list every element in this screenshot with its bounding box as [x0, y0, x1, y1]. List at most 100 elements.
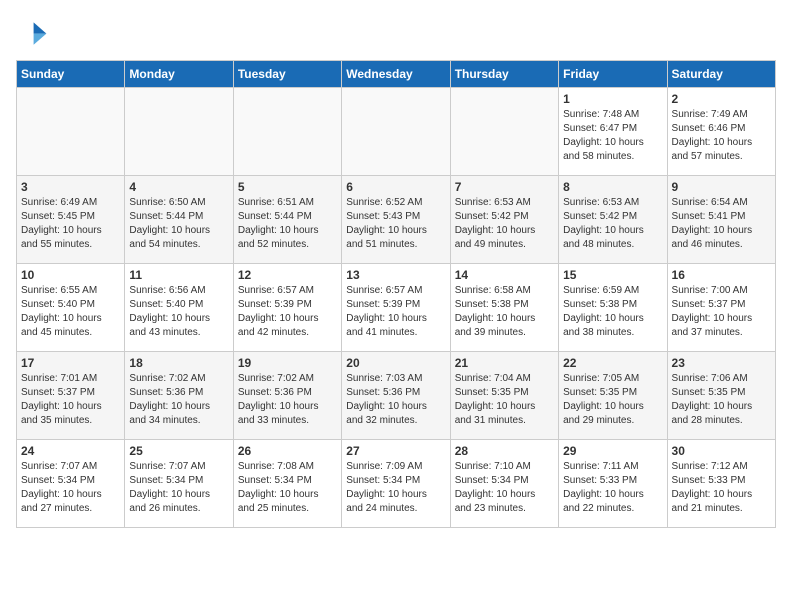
day-cell: 12 Sunrise: 6:57 AM Sunset: 5:39 PM Dayli…	[233, 264, 341, 352]
header-day-friday: Friday	[559, 61, 667, 88]
day-cell: 8 Sunrise: 6:53 AM Sunset: 5:42 PM Daylig…	[559, 176, 667, 264]
day-cell: 9 Sunrise: 6:54 AM Sunset: 5:41 PM Daylig…	[667, 176, 775, 264]
day-number: 15	[563, 268, 662, 282]
day-cell: 7 Sunrise: 6:53 AM Sunset: 5:42 PM Daylig…	[450, 176, 558, 264]
week-row-2: 3 Sunrise: 6:49 AM Sunset: 5:45 PM Daylig…	[17, 176, 776, 264]
day-number: 18	[129, 356, 228, 370]
day-number: 11	[129, 268, 228, 282]
day-cell: 1Sunrise: 7:48 AM Sunset: 6:47 PM Daylig…	[559, 88, 667, 176]
day-cell: 10Sunrise: 6:55 AM Sunset: 5:40 PM Dayli…	[17, 264, 125, 352]
day-info: Sunrise: 6:51 AM Sunset: 5:44 PM Dayligh…	[238, 196, 337, 252]
day-number: 9	[672, 180, 771, 194]
day-number: 12	[238, 268, 337, 282]
day-info: Sunrise: 6:57 AM Sunset: 5:39 PM Dayligh…	[346, 284, 445, 340]
week-row-1: 1Sunrise: 7:48 AM Sunset: 6:47 PM Daylig…	[17, 88, 776, 176]
day-number: 16	[672, 268, 771, 282]
day-number: 19	[238, 356, 337, 370]
day-cell: 18 Sunrise: 7:02 AM Sunset: 5:36 PM Dayli…	[125, 352, 233, 440]
day-cell: 25 Sunrise: 7:07 AM Sunset: 5:34 PM Dayli…	[125, 440, 233, 528]
day-cell: 23 Sunrise: 7:06 AM Sunset: 5:35 PM Dayli…	[667, 352, 775, 440]
day-cell: 21Sunrise: 7:04 AM Sunset: 5:35 PM Dayli…	[450, 352, 558, 440]
day-cell: 2 Sunrise: 7:49 AM Sunset: 6:46 PM Daylig…	[667, 88, 775, 176]
day-info: Sunrise: 7:06 AM Sunset: 5:35 PM Dayligh…	[672, 372, 771, 428]
day-info: Sunrise: 7:00 AM Sunset: 5:37 PM Dayligh…	[672, 284, 771, 340]
day-number: 29	[563, 444, 662, 458]
header-day-sunday: Sunday	[17, 61, 125, 88]
header-day-monday: Monday	[125, 61, 233, 88]
calendar-table: SundayMondayTuesdayWednesdayThursdayFrid…	[16, 60, 776, 528]
day-number: 22	[563, 356, 662, 370]
day-info: Sunrise: 6:53 AM Sunset: 5:42 PM Dayligh…	[563, 196, 662, 252]
calendar-body: 1Sunrise: 7:48 AM Sunset: 6:47 PM Daylig…	[17, 88, 776, 528]
day-info: Sunrise: 7:02 AM Sunset: 5:36 PM Dayligh…	[238, 372, 337, 428]
header-day-wednesday: Wednesday	[342, 61, 450, 88]
day-info: Sunrise: 7:08 AM Sunset: 5:34 PM Dayligh…	[238, 460, 337, 516]
day-cell: 13Sunrise: 6:57 AM Sunset: 5:39 PM Dayli…	[342, 264, 450, 352]
day-info: Sunrise: 6:54 AM Sunset: 5:41 PM Dayligh…	[672, 196, 771, 252]
day-cell: 19 Sunrise: 7:02 AM Sunset: 5:36 PM Dayli…	[233, 352, 341, 440]
day-info: Sunrise: 7:49 AM Sunset: 6:46 PM Dayligh…	[672, 108, 771, 164]
page: SundayMondayTuesdayWednesdayThursdayFrid…	[0, 0, 792, 544]
day-cell	[342, 88, 450, 176]
day-info: Sunrise: 6:52 AM Sunset: 5:43 PM Dayligh…	[346, 196, 445, 252]
header-day-tuesday: Tuesday	[233, 61, 341, 88]
day-info: Sunrise: 6:53 AM Sunset: 5:42 PM Dayligh…	[455, 196, 554, 252]
day-number: 8	[563, 180, 662, 194]
logo	[16, 16, 52, 48]
week-row-4: 17 Sunrise: 7:01 AM Sunset: 5:37 PM Dayli…	[17, 352, 776, 440]
day-cell	[125, 88, 233, 176]
day-cell: 6Sunrise: 6:52 AM Sunset: 5:43 PM Daylig…	[342, 176, 450, 264]
day-number: 10	[21, 268, 120, 282]
day-info: Sunrise: 6:59 AM Sunset: 5:38 PM Dayligh…	[563, 284, 662, 340]
logo-icon	[16, 16, 48, 48]
day-number: 27	[346, 444, 445, 458]
day-number: 26	[238, 444, 337, 458]
day-number: 1	[563, 92, 662, 106]
day-number: 4	[129, 180, 228, 194]
day-cell: 15 Sunrise: 6:59 AM Sunset: 5:38 PM Dayli…	[559, 264, 667, 352]
day-number: 5	[238, 180, 337, 194]
day-info: Sunrise: 7:12 AM Sunset: 5:33 PM Dayligh…	[672, 460, 771, 516]
day-cell	[233, 88, 341, 176]
day-number: 2	[672, 92, 771, 106]
day-info: Sunrise: 6:50 AM Sunset: 5:44 PM Dayligh…	[129, 196, 228, 252]
calendar-header: SundayMondayTuesdayWednesdayThursdayFrid…	[17, 61, 776, 88]
day-cell: 17 Sunrise: 7:01 AM Sunset: 5:37 PM Dayli…	[17, 352, 125, 440]
day-info: Sunrise: 6:58 AM Sunset: 5:38 PM Dayligh…	[455, 284, 554, 340]
header-row: SundayMondayTuesdayWednesdayThursdayFrid…	[17, 61, 776, 88]
day-info: Sunrise: 7:03 AM Sunset: 5:36 PM Dayligh…	[346, 372, 445, 428]
day-cell: 29 Sunrise: 7:11 AM Sunset: 5:33 PM Dayli…	[559, 440, 667, 528]
day-info: Sunrise: 7:11 AM Sunset: 5:33 PM Dayligh…	[563, 460, 662, 516]
day-info: Sunrise: 7:05 AM Sunset: 5:35 PM Dayligh…	[563, 372, 662, 428]
day-cell: 5 Sunrise: 6:51 AM Sunset: 5:44 PM Daylig…	[233, 176, 341, 264]
day-cell: 3 Sunrise: 6:49 AM Sunset: 5:45 PM Daylig…	[17, 176, 125, 264]
day-cell: 4 Sunrise: 6:50 AM Sunset: 5:44 PM Daylig…	[125, 176, 233, 264]
day-cell	[450, 88, 558, 176]
day-info: Sunrise: 7:10 AM Sunset: 5:34 PM Dayligh…	[455, 460, 554, 516]
day-cell: 26 Sunrise: 7:08 AM Sunset: 5:34 PM Dayli…	[233, 440, 341, 528]
day-number: 7	[455, 180, 554, 194]
day-number: 28	[455, 444, 554, 458]
day-number: 14	[455, 268, 554, 282]
header-day-saturday: Saturday	[667, 61, 775, 88]
day-info: Sunrise: 6:49 AM Sunset: 5:45 PM Dayligh…	[21, 196, 120, 252]
day-cell: 20Sunrise: 7:03 AM Sunset: 5:36 PM Dayli…	[342, 352, 450, 440]
day-number: 24	[21, 444, 120, 458]
week-row-5: 24 Sunrise: 7:07 AM Sunset: 5:34 PM Dayli…	[17, 440, 776, 528]
day-number: 23	[672, 356, 771, 370]
day-info: Sunrise: 7:02 AM Sunset: 5:36 PM Dayligh…	[129, 372, 228, 428]
day-number: 3	[21, 180, 120, 194]
day-info: Sunrise: 7:07 AM Sunset: 5:34 PM Dayligh…	[129, 460, 228, 516]
day-info: Sunrise: 6:57 AM Sunset: 5:39 PM Dayligh…	[238, 284, 337, 340]
day-cell: 27Sunrise: 7:09 AM Sunset: 5:34 PM Dayli…	[342, 440, 450, 528]
day-number: 21	[455, 356, 554, 370]
day-number: 25	[129, 444, 228, 458]
day-cell: 30 Sunrise: 7:12 AM Sunset: 5:33 PM Dayli…	[667, 440, 775, 528]
day-number: 30	[672, 444, 771, 458]
day-cell: 24Sunrise: 7:07 AM Sunset: 5:34 PM Dayli…	[17, 440, 125, 528]
day-cell: 14 Sunrise: 6:58 AM Sunset: 5:38 PM Dayli…	[450, 264, 558, 352]
day-number: 17	[21, 356, 120, 370]
day-cell: 11 Sunrise: 6:56 AM Sunset: 5:40 PM Dayli…	[125, 264, 233, 352]
day-info: Sunrise: 7:01 AM Sunset: 5:37 PM Dayligh…	[21, 372, 120, 428]
day-info: Sunrise: 6:56 AM Sunset: 5:40 PM Dayligh…	[129, 284, 228, 340]
